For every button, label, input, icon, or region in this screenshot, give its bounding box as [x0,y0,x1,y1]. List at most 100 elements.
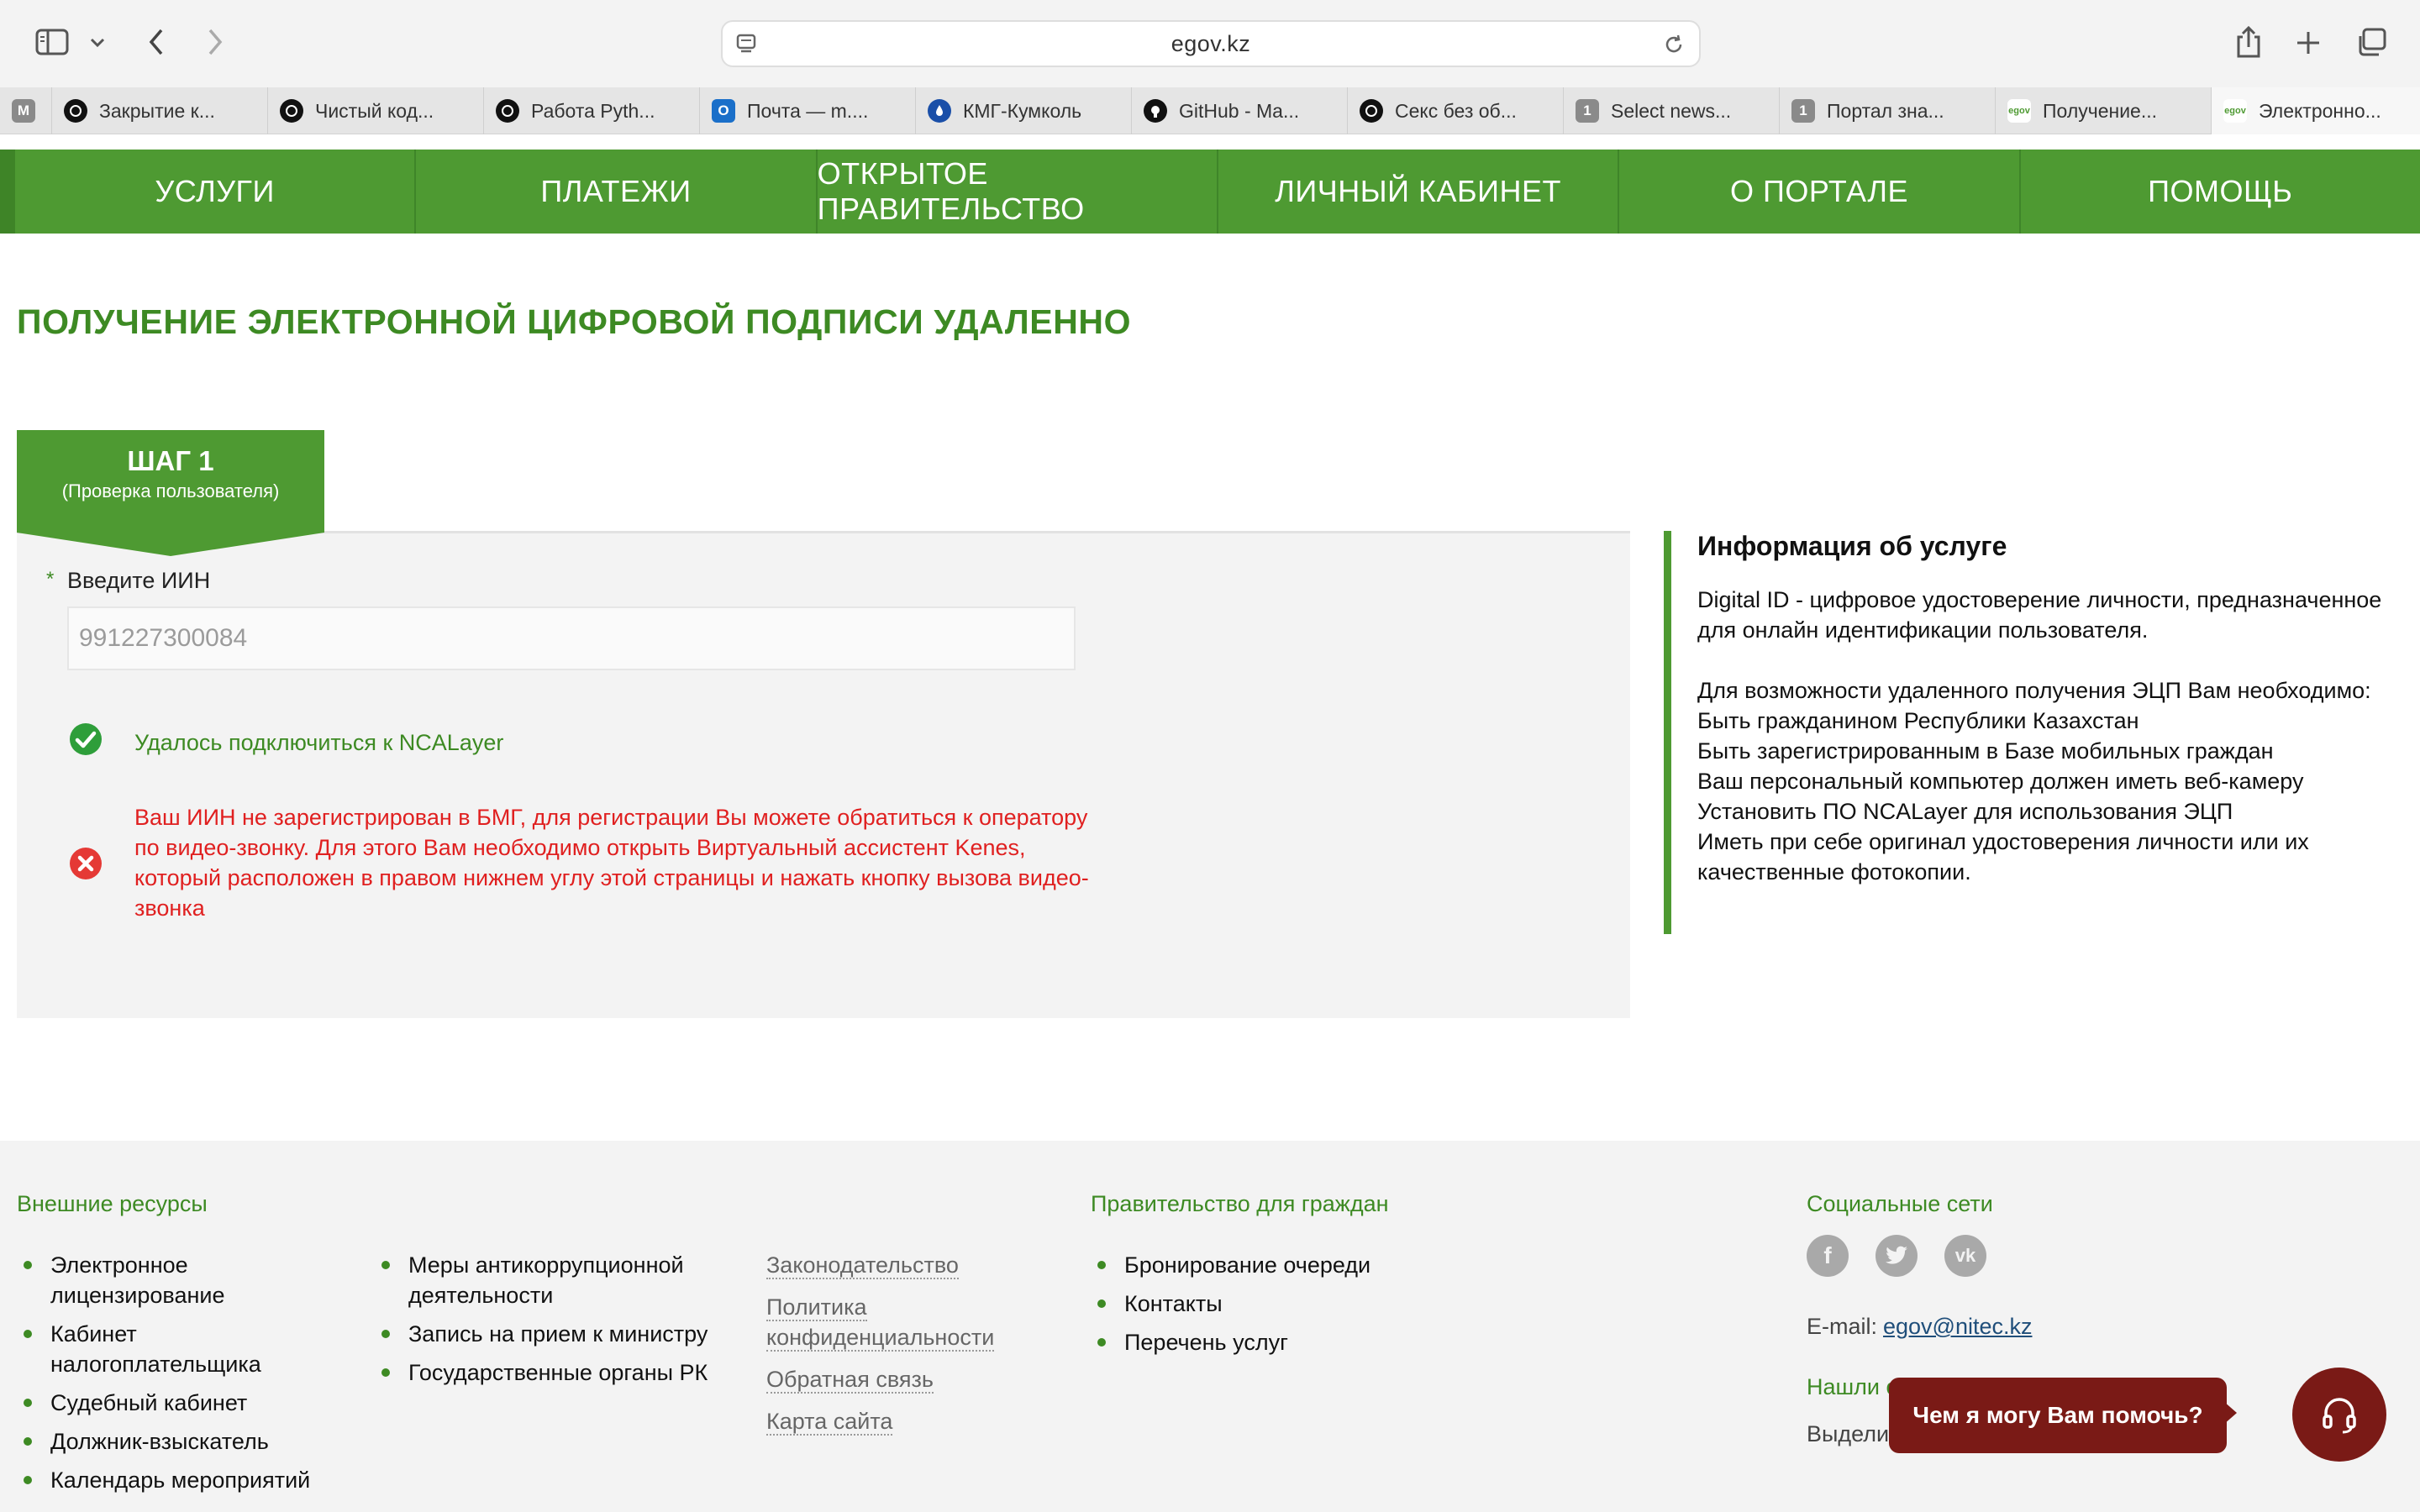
nav-payments[interactable]: ПЛАТЕЖИ [416,150,818,234]
chevron-right-icon [208,29,223,55]
facebook-icon[interactable]: f [1807,1235,1849,1277]
tab-label: Закрытие к... [99,99,215,122]
tab-github[interactable]: GitHub - Ma... [1132,87,1348,134]
footer-link[interactable]: Календарь мероприятий [17,1465,336,1495]
nav-edge [0,150,15,234]
iin-input[interactable] [67,606,1076,670]
sidebar-icon [35,29,69,55]
found-mistake-text: Нашли о [1807,1374,1899,1399]
url-text[interactable]: egov.kz [1171,31,1251,57]
tab-label: КМГ-Кумколь [963,99,1082,122]
form-panel [17,531,1630,1018]
nav-help[interactable]: ПОМОЩЬ [2021,150,2420,234]
tab-label: Работа Pyth... [531,99,655,122]
tab-bar: M Закрытие к... Чистый код... Работа Pyt… [0,87,2420,134]
footer-link[interactable]: Государственные органы РК [375,1357,711,1388]
tab-clean-code[interactable]: Чистый код... [268,87,484,134]
virtual-assistant-button[interactable] [2292,1368,2386,1462]
iin-label: Введите ИИН [67,568,211,593]
tab-label: Электронно... [2259,99,2381,122]
info-requirement: Иметь при себе оригинал удостоверения ли… [1697,829,2309,885]
chat-bubble-tail [2223,1401,2237,1425]
error-circle-icon [70,848,102,879]
footer-external-list-1: Электронное лицензирование Кабинет налог… [17,1250,336,1504]
tab-mail[interactable]: M [0,87,52,134]
tab-python-work[interactable]: Работа Pyth... [484,87,700,134]
tab-egov-electronic[interactable]: egov Электронно... [2212,87,2420,134]
info-requirement: Ваш персональный компьютер должен иметь … [1697,769,2304,794]
chatgpt-icon [496,99,519,123]
footer-link-legislation[interactable]: Законодательство [766,1252,959,1279]
back-button[interactable] [139,24,173,60]
footer-link[interactable]: Электронное лицензирование [17,1250,336,1310]
footer-link[interactable]: Кабинет налогоплательщика [17,1319,336,1379]
address-bar[interactable]: egov.kz [721,20,1701,67]
footer-link[interactable]: Меры антикоррупционной деятельности [375,1250,711,1310]
footer-link[interactable]: Перечень услуг [1091,1327,1511,1357]
number-one-icon: 1 [1791,99,1815,123]
info-requirement: Установить ПО NCALayer для использования… [1697,799,2233,824]
email-label: E-mail: [1807,1314,1878,1339]
tab-knowledge-portal[interactable]: 1 Портал зна... [1780,87,1996,134]
page-title: ПОЛУЧЕНИЕ ЭЛЕКТРОННОЙ ЦИФРОВОЙ ПОДПИСИ У… [17,302,1132,341]
egov-icon: egov [2223,99,2247,123]
tab-label: GitHub - Ma... [1179,99,1300,122]
tab-label: Чистый код... [315,99,434,122]
twitter-icon[interactable] [1876,1235,1918,1277]
reload-icon[interactable] [1662,33,1686,56]
nav-about-portal[interactable]: О ПОРТАЛЕ [1619,150,2021,234]
footer-gov-heading: Правительство для граждан [1091,1191,1389,1216]
bmg-error-message: Ваш ИИН не зарегистрирован в БМГ, для ре… [134,805,1089,921]
nav-services[interactable]: УСЛУГИ [15,150,417,234]
main-navigation: УСЛУГИ ПЛАТЕЖИ ОТКРЫТОЕ ПРАВИТЕЛЬСТВО ЛИ… [0,150,2420,234]
tab-closing[interactable]: Закрытие к... [52,87,268,134]
tab-overview-button[interactable] [2353,25,2390,60]
info-title: Информация об услуге [1697,531,2007,561]
footer-external-heading: Внешние ресурсы [17,1191,208,1216]
plus-icon [2297,32,2319,54]
sidebar-menu-chevron[interactable] [87,30,108,54]
footer-link[interactable]: Запись на прием к министру [375,1319,711,1349]
tab-label: Получение... [2043,99,2158,122]
info-intro: Digital ID - цифровое удостоверение личн… [1697,587,2382,643]
tab-mail-outlook[interactable]: O Почта — m.... [700,87,916,134]
headset-icon [2323,1398,2356,1434]
nav-personal-cabinet[interactable]: ЛИЧНЫЙ КАБИНЕТ [1218,150,1620,234]
mail-favicon-icon: M [12,99,35,123]
select-text-hint: Выделит [1807,1421,1900,1446]
tab-chatgpt[interactable]: Секс без об... [1348,87,1564,134]
tab-select-news[interactable]: 1 Select news... [1564,87,1780,134]
outlook-icon: O [712,99,735,123]
footer-link-sitemap[interactable]: Карта сайта [766,1409,893,1436]
footer-link-feedback[interactable]: Обратная связь [766,1367,934,1394]
info-requirement: Быть зарегистрированным в Базе мобильных… [1697,738,2274,764]
nav-open-government[interactable]: ОТКРЫТОЕ ПРАВИТЕЛЬСТВО [818,150,1218,234]
tab-kmg[interactable]: КМГ-Кумколь [916,87,1132,134]
sidebar-toggle-button[interactable] [34,25,71,59]
forward-button[interactable] [198,24,232,60]
tab-egov-receiving[interactable]: egov Получение... [1996,87,2212,134]
chatgpt-icon [1360,99,1383,123]
browser-toolbar: egov.kz [0,0,2420,87]
tab-label: Портал зна... [1827,99,1944,122]
share-button[interactable] [2230,24,2267,60]
page-menu-icon[interactable] [734,33,758,56]
footer-link-privacy[interactable]: Политика конфиденциальности [766,1294,995,1352]
new-tab-button[interactable] [2291,25,2326,60]
info-requirement: Быть гражданином Республики Казахстан [1697,708,2139,733]
email-link[interactable]: egov@nitec.kz [1883,1314,2033,1340]
footer-link[interactable]: Контакты [1091,1289,1511,1319]
vk-icon[interactable]: vk [1944,1235,1986,1277]
footer-link[interactable]: Бронирование очереди [1091,1250,1511,1280]
footer-link[interactable]: Должник-взыскатель [17,1426,336,1457]
footer-link[interactable]: Судебный кабинет [17,1388,336,1418]
chevron-left-icon [149,29,163,55]
chat-prompt-bubble[interactable]: Чем я могу Вам помочь? [1889,1378,2227,1453]
step-subtitle: (Проверка пользователя) [61,480,280,501]
required-mark: * [46,568,55,591]
tab-label: Секс без об... [1395,99,1517,122]
chevron-down-icon [90,38,105,48]
chatgpt-icon [64,99,87,123]
ncalayer-success-message: Удалось подключиться к NCALayer [134,730,504,755]
